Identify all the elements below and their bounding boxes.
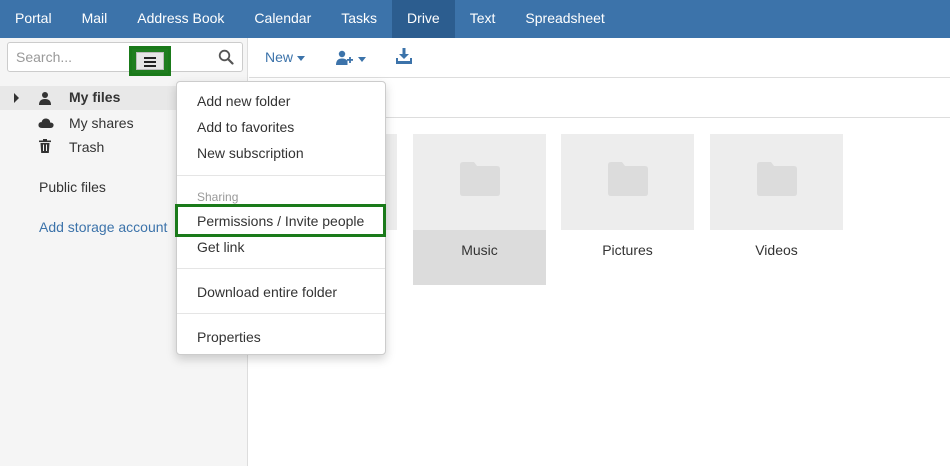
public-files-link[interactable]: Public files [39,179,106,195]
new-label: New [265,49,294,65]
add-storage-account-link[interactable]: Add storage account [39,219,167,235]
folder-context-menu: Add new folder Add to favorites New subs… [175,81,386,355]
menu-item-permissions[interactable]: Permissions / Invite people [197,213,364,229]
tab-spreadsheet[interactable]: Spreadsheet [510,0,619,38]
tab-calendar[interactable]: Calendar [239,0,326,38]
cloud-icon [38,118,54,128]
menu-header-sharing: Sharing [197,190,239,204]
menu-item-add-new-folder[interactable]: Add new folder [197,93,290,109]
folder-tile-music[interactable] [413,134,546,230]
hamburger-icon [136,52,164,70]
my-shares-label: My shares [69,115,134,131]
tab-text[interactable]: Text [455,0,511,38]
folder-label-music[interactable]: Music [413,230,546,285]
search-icon[interactable] [218,49,234,65]
expand-caret-icon[interactable] [14,93,19,103]
top-nav: Portal Mail Address Book Calendar Tasks … [0,0,950,38]
share-user-icon[interactable] [336,50,368,66]
menu-item-add-to-favorites[interactable]: Add to favorites [197,119,294,135]
tab-address-book[interactable]: Address Book [122,0,239,38]
my-files-label: My files [69,89,121,105]
menu-item-get-link[interactable]: Get link [197,239,244,255]
download-icon[interactable] [396,48,412,64]
folder-icon [460,162,500,196]
folder-menu-button[interactable] [129,46,171,76]
search-box [7,42,243,72]
tab-mail[interactable]: Mail [67,0,123,38]
trash-label: Trash [69,139,105,155]
menu-divider [177,268,385,269]
user-icon [39,92,51,105]
menu-item-new-subscription[interactable]: New subscription [197,145,304,161]
folder-icon [608,162,648,196]
new-button[interactable]: New [265,49,306,65]
folder-label-pictures[interactable]: Pictures [561,230,694,285]
menu-item-download-folder[interactable]: Download entire folder [197,284,337,300]
main-toolbar: New [249,38,950,78]
menu-divider [177,313,385,314]
menu-divider [177,175,385,176]
folder-icon [757,162,797,196]
folder-tile-videos[interactable] [710,134,843,230]
folder-label-videos[interactable]: Videos [710,230,843,285]
trash-icon [39,139,51,153]
tab-portal[interactable]: Portal [0,0,67,38]
menu-item-properties[interactable]: Properties [197,329,261,345]
search-input[interactable] [8,43,208,71]
chevron-down-icon [297,55,306,61]
tab-tasks[interactable]: Tasks [326,0,392,38]
folder-tile-pictures[interactable] [561,134,694,230]
tab-drive[interactable]: Drive [392,0,455,38]
